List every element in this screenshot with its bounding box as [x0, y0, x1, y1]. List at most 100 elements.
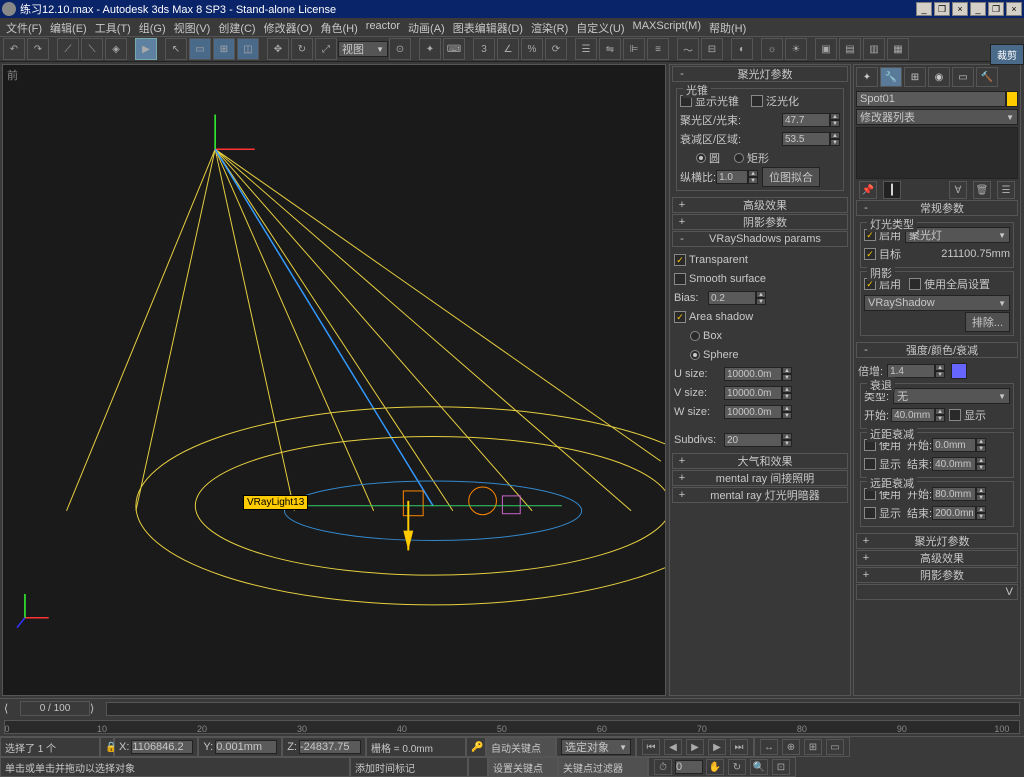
vp-nav2-icon[interactable]: ⊕ — [782, 739, 800, 755]
smooth-check[interactable] — [674, 273, 686, 285]
time-current[interactable]: 0 / 100 — [20, 701, 90, 716]
fa-end-input[interactable] — [932, 506, 976, 520]
tab-motion-icon[interactable]: ◉ — [928, 67, 950, 87]
unlink-icon[interactable]: ⟍ — [81, 38, 103, 60]
play-icon[interactable]: ▶ — [686, 739, 704, 755]
rollout-spot-params2[interactable]: +聚光灯参数 — [856, 533, 1018, 549]
center-icon[interactable]: ⊙ — [389, 38, 411, 60]
menu-reactor[interactable]: reactor — [362, 18, 404, 36]
key-icon[interactable]: 🔑 — [466, 737, 486, 757]
decay-type-dropdown[interactable]: 无▼ — [893, 388, 1010, 404]
coord-system-dropdown[interactable]: 视图▼ — [338, 41, 388, 57]
shadow-type-dropdown[interactable]: VRayShadow▼ — [864, 295, 1010, 311]
viewport-front[interactable]: 前 — [2, 64, 666, 696]
show-end-result-icon[interactable]: ┃ — [883, 181, 901, 199]
menu-graph[interactable]: 图表编辑器(D) — [449, 18, 527, 36]
time-config-icon[interactable]: ⟨ — [4, 702, 20, 715]
tab-create-icon[interactable]: ✦ — [856, 67, 878, 87]
align-icon[interactable]: ⊫ — [623, 38, 645, 60]
auto-key-button[interactable]: 自动关键点 — [486, 737, 556, 757]
bind-icon[interactable]: ◈ — [105, 38, 127, 60]
key-filter-button[interactable]: 关键点过滤器 — [558, 757, 648, 777]
minimize2-button[interactable]: _ — [970, 2, 986, 16]
next-frame-icon[interactable]: ▶ — [708, 739, 726, 755]
rollout-shadow-params2[interactable]: +阴影参数 — [856, 567, 1018, 583]
extra1-icon[interactable]: ▣ — [815, 38, 837, 60]
tab-modify-icon[interactable]: 🔧 — [880, 67, 902, 87]
set-key-button[interactable]: 设置关键点 — [488, 757, 558, 777]
add-time-tag[interactable]: 添加时间标记 — [350, 757, 468, 777]
use-global-check[interactable] — [909, 278, 921, 290]
rollout-mr-indirect[interactable]: +mental ray 间接照明 — [672, 470, 848, 486]
vp-nav1-icon[interactable]: ↔ — [760, 739, 778, 755]
decay-show-check[interactable] — [949, 409, 961, 421]
redo-icon[interactable]: ↷ — [27, 38, 49, 60]
exclude-button[interactable]: 排除... — [965, 312, 1010, 332]
menu-animation[interactable]: 动画(A) — [404, 18, 449, 36]
modifier-list-dropdown[interactable]: 修改器列表▼ — [856, 109, 1018, 125]
rotate-icon[interactable]: ↻ — [291, 38, 313, 60]
frame-input[interactable] — [675, 760, 703, 774]
time-slider[interactable] — [106, 702, 1020, 716]
menu-maxscript[interactable]: MAXScript(M) — [629, 18, 705, 36]
vp-nav4-icon[interactable]: ▭ — [826, 739, 844, 755]
lock-selection-icon[interactable]: 🔒 — [100, 737, 114, 757]
close2-button[interactable]: × — [1006, 2, 1022, 16]
rollout-shadow-params[interactable]: +阴影参数 — [672, 214, 848, 230]
rect-radio[interactable] — [734, 153, 744, 163]
modifier-stack[interactable] — [856, 127, 1018, 179]
remove-mod-icon[interactable]: 🗑 — [973, 181, 991, 199]
select-icon[interactable]: ▶ — [135, 38, 157, 60]
trim-button[interactable]: 裁剪 — [990, 44, 1024, 65]
key-mode-dropdown[interactable]: 选定对象▼ — [561, 739, 631, 755]
manipulate-icon[interactable]: ✦ — [419, 38, 441, 60]
time-config2-icon[interactable]: ⏱ — [654, 759, 672, 775]
spinner-snap-icon[interactable]: ⟳ — [545, 38, 567, 60]
hotspot-input[interactable] — [782, 113, 830, 127]
extra4-icon[interactable]: ▦ — [887, 38, 909, 60]
keyboard-icon[interactable]: ⌨ — [443, 38, 465, 60]
select-object-icon[interactable]: ↖ — [165, 38, 187, 60]
restore2-button[interactable]: ❐ — [988, 2, 1004, 16]
menu-group[interactable]: 组(G) — [135, 18, 170, 36]
prev-frame-icon[interactable]: ◀ — [664, 739, 682, 755]
menu-file[interactable]: 文件(F) — [2, 18, 46, 36]
undo-icon[interactable]: ↶ — [3, 38, 25, 60]
sphere-radio[interactable] — [690, 350, 700, 360]
rollout-adv-effects[interactable]: +高级效果 — [672, 197, 848, 213]
fa-show-check[interactable] — [864, 507, 876, 519]
bias-input[interactable] — [708, 291, 756, 305]
mirror-icon[interactable]: ⇋ — [599, 38, 621, 60]
time-next-icon[interactable]: ⟩ — [90, 702, 106, 715]
rollout-intensity[interactable]: -强度/颜色/衰减 — [856, 342, 1018, 358]
pin-stack-icon[interactable]: 📌 — [859, 181, 877, 199]
menu-customize[interactable]: 自定义(U) — [572, 18, 628, 36]
render-scene-icon[interactable]: ☼ — [761, 38, 783, 60]
z-input[interactable] — [299, 740, 361, 754]
configure-sets-icon[interactable]: ☰ — [997, 181, 1015, 199]
layers-icon[interactable]: ≡ — [647, 38, 669, 60]
minimize-button[interactable]: _ — [916, 2, 932, 16]
multiplier-input[interactable] — [887, 364, 935, 378]
na-end-input[interactable] — [932, 457, 976, 471]
rollout-spotlight-params[interactable]: -聚光灯参数 — [672, 66, 848, 82]
y-input[interactable] — [215, 740, 277, 754]
rollout-vray-shadows[interactable]: -VRayShadows params — [672, 231, 848, 247]
circle-radio[interactable] — [696, 153, 706, 163]
menu-edit[interactable]: 编辑(E) — [46, 18, 91, 36]
quick-render-icon[interactable]: ☀ — [785, 38, 807, 60]
rollout-general-params[interactable]: -常规参数 — [856, 200, 1018, 216]
subdivs-input[interactable] — [724, 433, 782, 447]
material-icon[interactable]: ◐ — [731, 38, 753, 60]
vp-nav8-icon[interactable]: ⊡ — [772, 759, 790, 775]
tab-utilities-icon[interactable]: 🔨 — [976, 67, 998, 87]
restore-button[interactable]: ❐ — [934, 2, 950, 16]
tab-display-icon[interactable]: ▭ — [952, 67, 974, 87]
menu-modifiers[interactable]: 修改器(O) — [260, 18, 317, 36]
select-region-icon[interactable]: ▭ — [189, 38, 211, 60]
aspect-input[interactable] — [716, 170, 748, 184]
close-button[interactable]: × — [952, 2, 968, 16]
goto-end-icon[interactable]: ⏭ — [730, 739, 748, 755]
angle-snap-icon[interactable]: ∠ — [497, 38, 519, 60]
extra2-icon[interactable]: ▤ — [839, 38, 861, 60]
